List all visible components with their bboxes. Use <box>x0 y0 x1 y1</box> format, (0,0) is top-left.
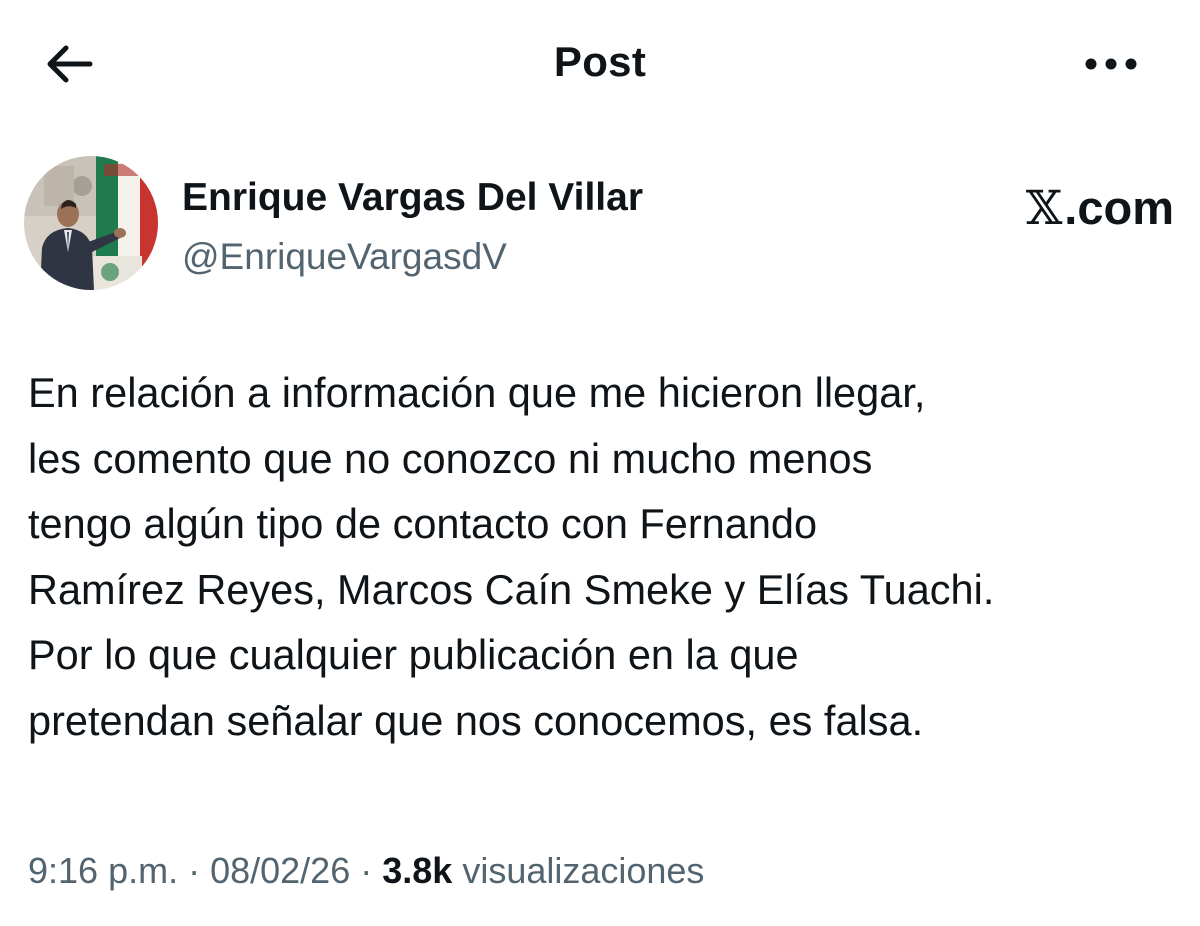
author-handle[interactable]: @EnriqueVargasdV <box>182 236 507 278</box>
post-text-line: Ramírez Reyes, Marcos Caín Smeke y Elías… <box>28 565 995 613</box>
post-body: En relación a información que me hiciero… <box>28 360 1188 753</box>
brand-text: .com <box>1064 181 1174 234</box>
author-name[interactable]: Enrique Vargas Del Villar <box>182 176 643 220</box>
separator-dot: · <box>350 850 383 891</box>
post-time[interactable]: 9:16 p.m. <box>28 850 178 891</box>
avatar[interactable] <box>24 156 158 290</box>
separator-dot: · <box>178 850 211 891</box>
more-options-button[interactable] <box>1080 48 1144 80</box>
top-navigation-bar: Post <box>0 0 1200 126</box>
post-text-line: Por lo que cualquier publicación en la q… <box>28 631 799 678</box>
post-text-line: En relación a información que me hiciero… <box>28 369 926 416</box>
more-horizontal-icon <box>1085 58 1137 70</box>
post-text-line: tengo algún tipo de contacto con Fernand… <box>28 500 818 547</box>
post-metadata: 9:16 p.m. · 08/02/26 · 3.8k visualizacio… <box>28 850 704 892</box>
post-text-line: pretendan señalar que nos conocemos, es … <box>28 696 924 744</box>
profile-photo <box>24 156 158 290</box>
page-title: Post <box>553 38 647 85</box>
views-label: visualizaciones <box>452 850 705 891</box>
post-text-line: les comento que no conozco ni mucho meno… <box>28 434 873 482</box>
x-com-watermark: 𝕏.com <box>1026 180 1174 236</box>
x-logo-icon: 𝕏 <box>1025 181 1063 236</box>
post-author: Enrique Vargas Del Villar @EnriqueVargas… <box>24 156 1174 296</box>
post-date[interactable]: 08/02/26 <box>210 850 350 891</box>
views-count[interactable]: 3.8k <box>382 850 452 891</box>
